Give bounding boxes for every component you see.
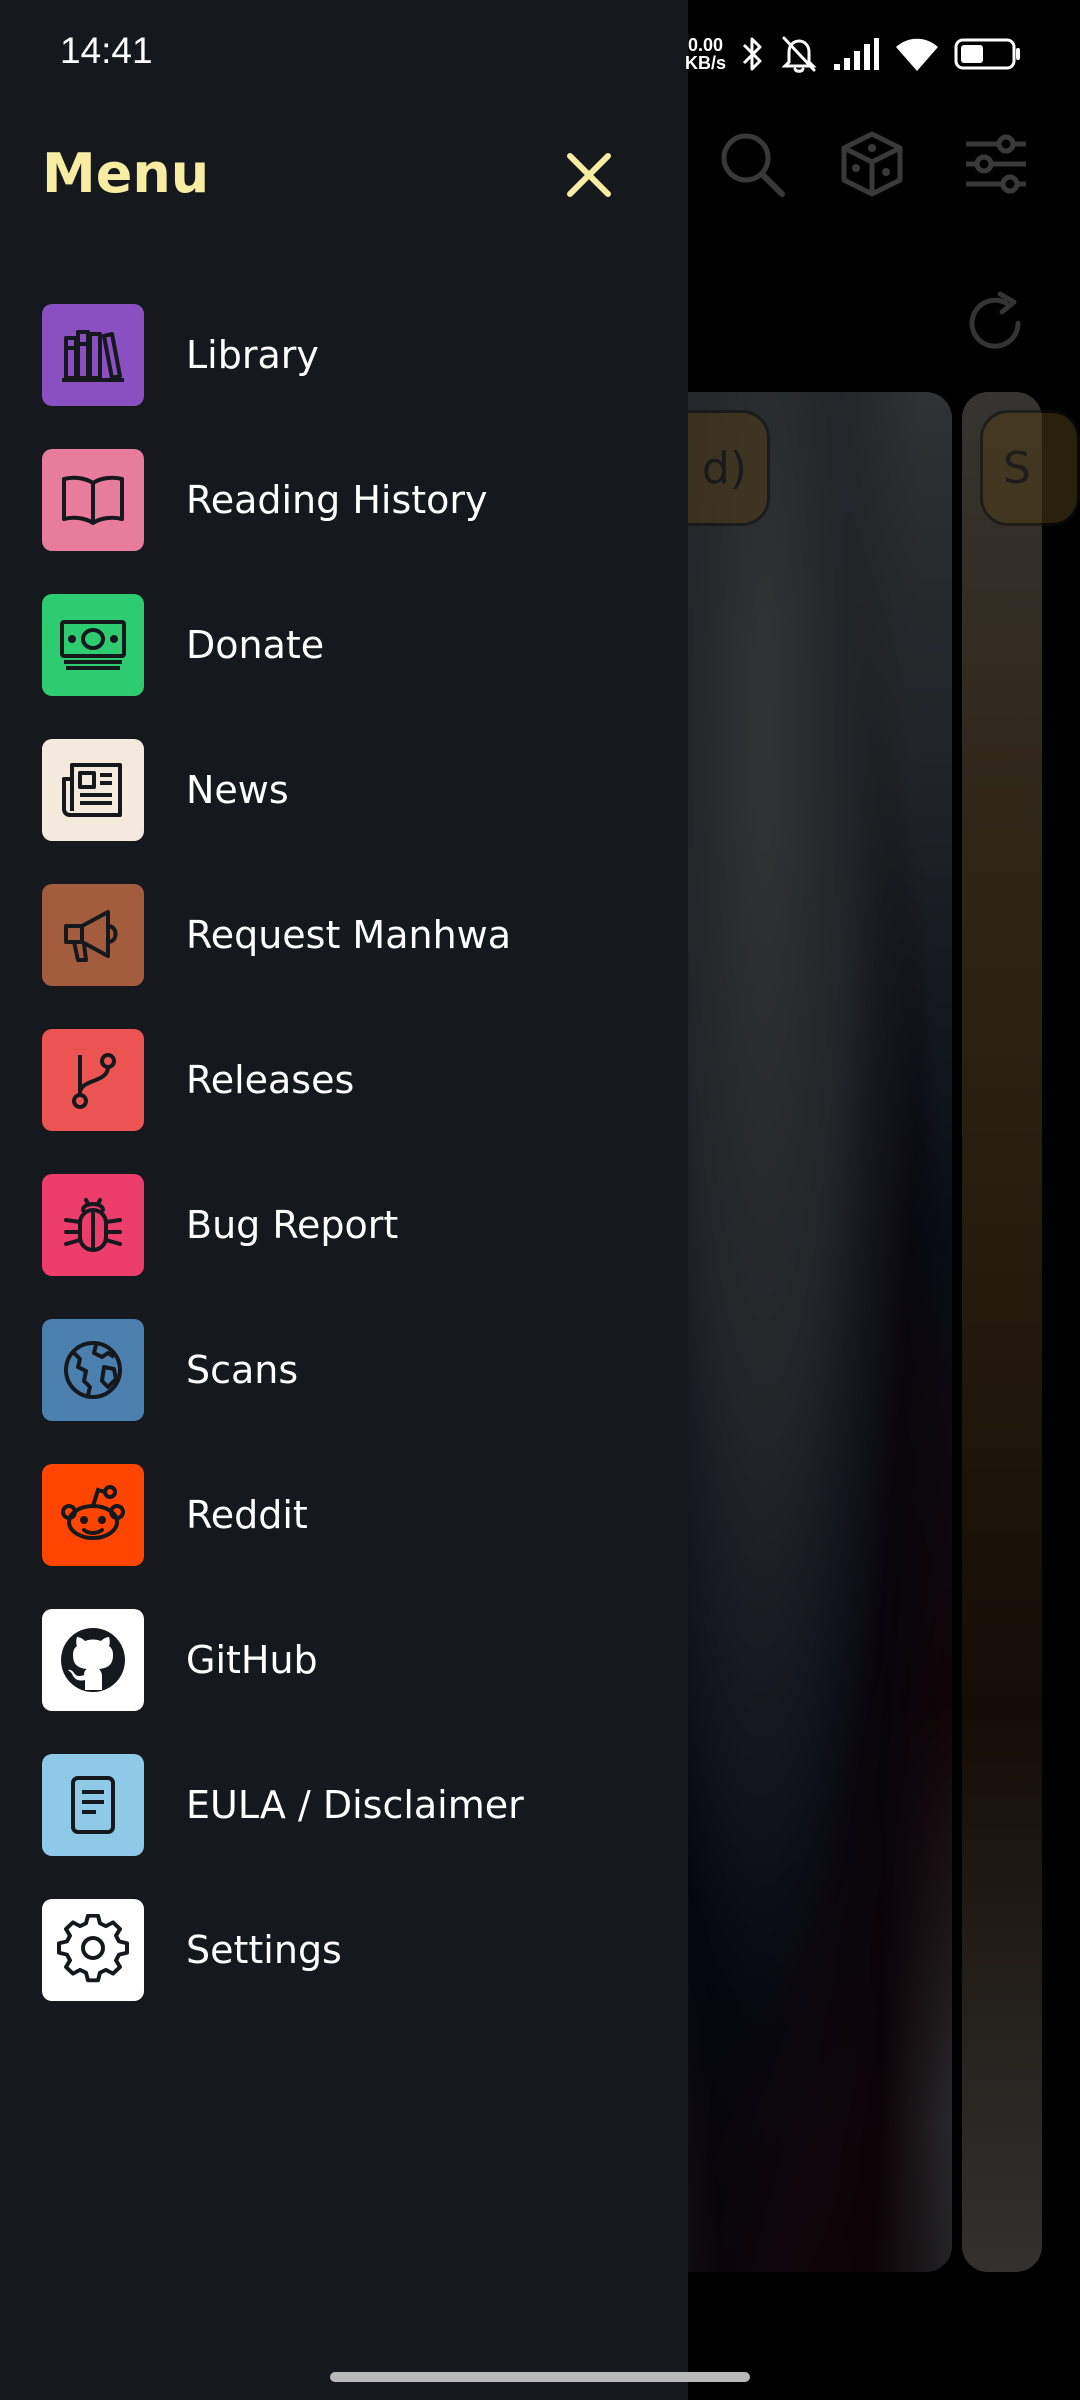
wifi-icon [896,38,938,71]
git-branch-icon [72,1053,116,1109]
menu-icon-tile [42,1754,144,1856]
menu-item-releases[interactable]: Releases [0,1015,688,1145]
menu-item-news[interactable]: News [0,725,688,855]
open-book-icon [62,475,124,525]
menu-item-settings[interactable]: Settings [0,1885,688,2015]
globe-icon [64,1341,122,1399]
network-speed: 0.00 KB/s [685,36,726,72]
menu-icon-tile [42,1609,144,1711]
menu-item-label: Scans [186,1348,299,1392]
menu-item-eula[interactable]: EULA / Disclaimer [0,1740,688,1870]
menu-item-bug-report[interactable]: Bug Report [0,1160,688,1290]
bookshelf-icon [62,330,124,382]
battery-icon [954,38,1020,70]
menu-icon-tile [42,1899,144,2001]
menu-item-reading-history[interactable]: Reading History [0,435,688,565]
close-button[interactable] [554,140,624,210]
menu-icon-tile [42,1464,144,1566]
menu-item-reddit[interactable]: Reddit [0,1450,688,1580]
drawer-header: Menu [42,130,622,220]
menu-item-label: Releases [186,1058,355,1102]
menu-icon-tile [42,449,144,551]
menu-item-scans[interactable]: Scans [0,1305,688,1435]
menu-icon-tile [42,1174,144,1276]
network-speed-value: 0.00 [687,35,724,55]
github-icon [61,1628,125,1692]
menu-item-github[interactable]: GitHub [0,1595,688,1725]
navigation-drawer: Menu Library Reading History Donate News… [0,0,688,2400]
signal-icon [834,38,879,70]
menu-item-library[interactable]: Library [0,290,688,420]
menu-item-label: Library [186,333,319,377]
megaphone-icon [64,910,118,962]
menu-item-label: EULA / Disclaimer [186,1783,524,1827]
home-indicator[interactable] [330,2372,750,2382]
menu-item-request-manhwa[interactable]: Request Manhwa [0,870,688,1000]
close-icon [567,153,611,197]
newspaper-icon [62,763,122,817]
menu-icon-tile [42,304,144,406]
status-icons: 0.00 KB/s [685,28,1022,80]
bluetooth-icon [742,37,762,71]
money-icon [60,620,126,670]
menu-item-label: News [186,768,289,812]
menu-item-label: Reading History [186,478,488,522]
bug-icon [64,1198,122,1252]
drawer-title: Menu [42,142,210,205]
menu-item-label: GitHub [186,1638,318,1682]
menu-icon-tile [42,1319,144,1421]
status-bar: 14:41 0.00 KB/s [0,0,1080,108]
menu-item-label: Reddit [186,1493,308,1537]
menu-item-label: Donate [186,623,325,667]
menu-item-donate[interactable]: Donate [0,580,688,710]
menu-icon-tile [42,1029,144,1131]
menu-item-label: Bug Report [186,1203,399,1247]
menu-icon-tile [42,739,144,841]
notifications-off-icon [781,36,817,73]
reddit-icon [61,1485,125,1540]
status-time: 14:41 [60,30,153,71]
menu-icon-tile [42,594,144,696]
gear-icon [57,1914,129,1983]
menu-icon-tile [42,884,144,986]
menu-item-label: Settings [186,1928,342,1972]
network-speed-unit: KB/s [684,53,726,73]
menu-item-label: Request Manhwa [186,913,512,957]
document-icon [71,1776,115,1834]
